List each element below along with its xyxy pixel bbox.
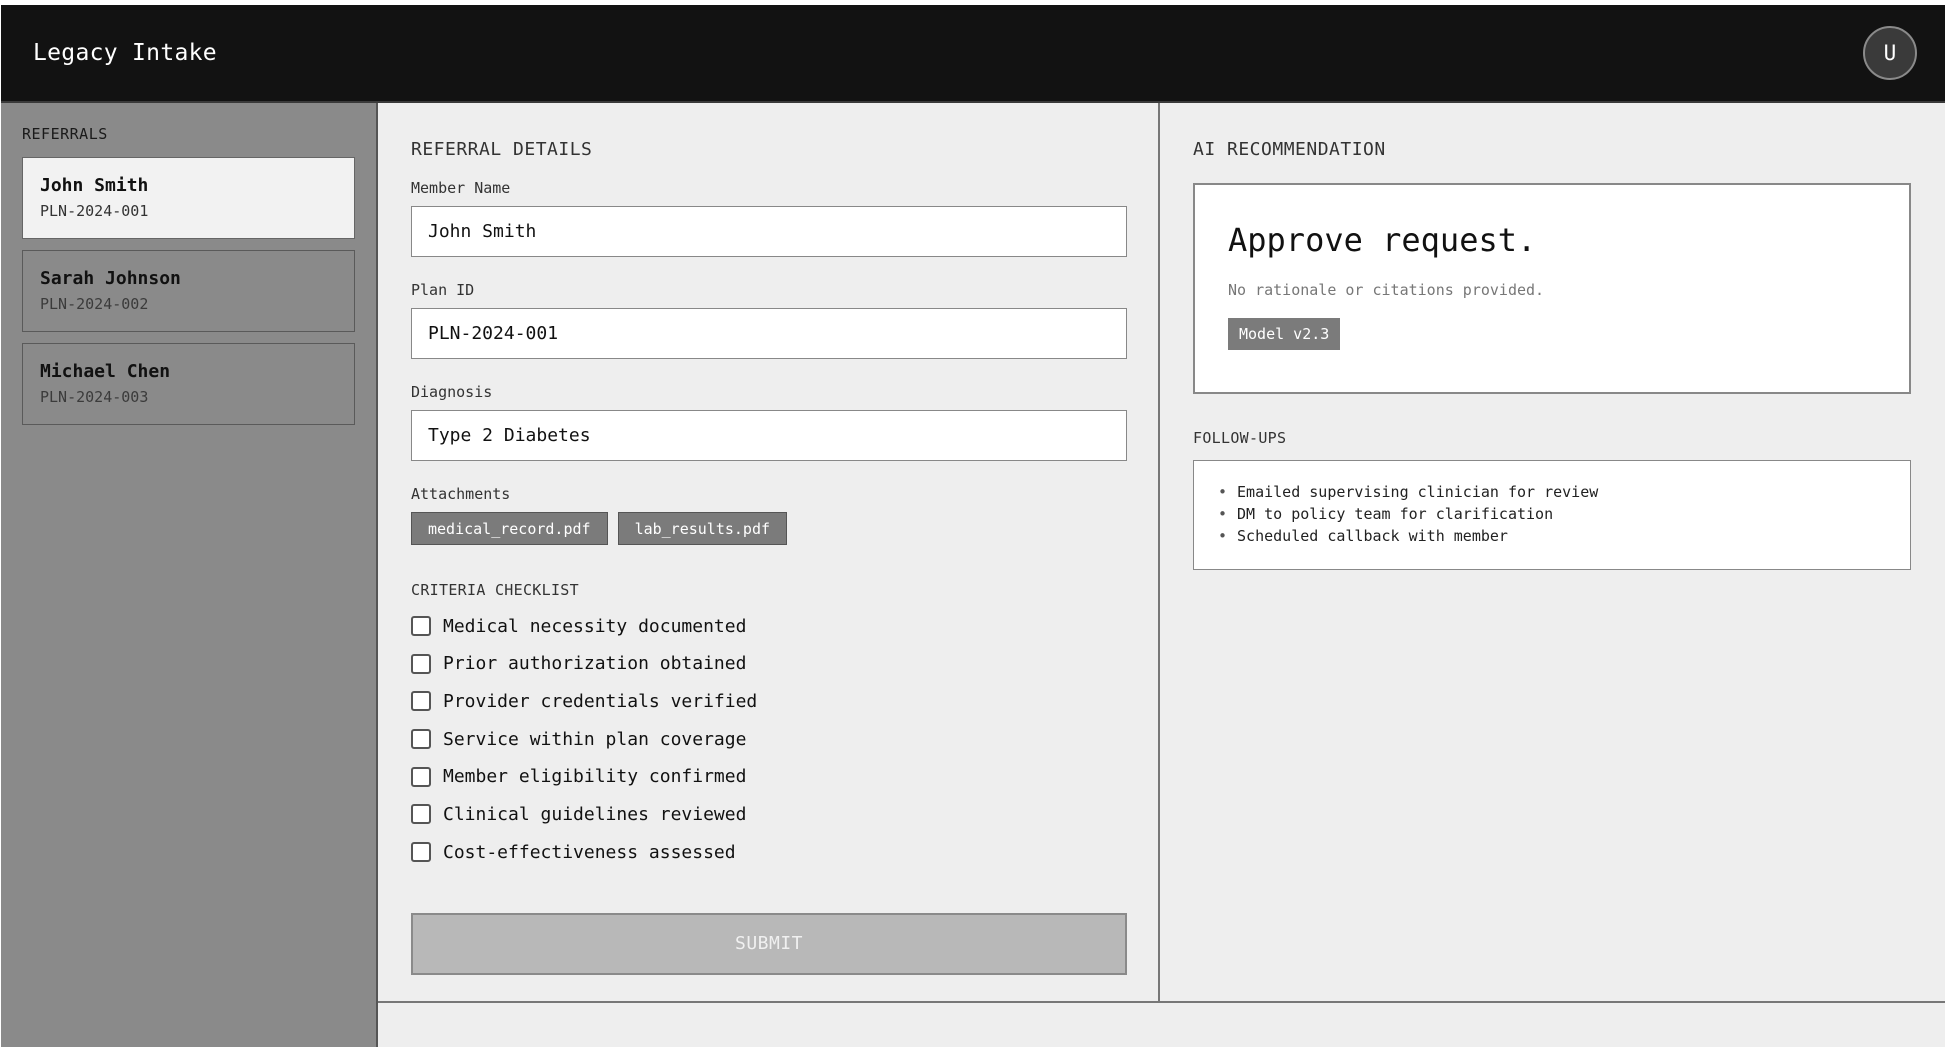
sidebar-title: REFERRALS	[22, 125, 108, 143]
follow-up-item: Emailed supervising clinician for review	[1218, 481, 1886, 503]
follow-ups-card: Emailed supervising clinician for review…	[1193, 460, 1911, 570]
criteria-checkbox[interactable]	[411, 842, 431, 863]
criteria-label: Prior authorization obtained	[443, 653, 747, 675]
ai-recommendation-panel: AI RECOMMENDATION Approve request. No ra…	[1160, 103, 1945, 1001]
referral-plan-id: PLN-2024-003	[40, 388, 149, 406]
referral-details-title: REFERRAL DETAILS	[411, 139, 593, 160]
criteria-checkbox[interactable]	[411, 616, 431, 636]
referral-name: Sarah Johnson	[40, 268, 181, 289]
attachment-chip-medical-record[interactable]: medical_record.pdf	[411, 512, 608, 545]
footer-strip	[378, 1003, 1945, 1047]
criteria-item[interactable]: Member eligibility confirmed	[411, 762, 1126, 792]
referral-name: John Smith	[40, 175, 149, 196]
criteria-item[interactable]: Provider credentials verified	[411, 686, 1126, 716]
top-bar: Legacy Intake U	[1, 5, 1945, 103]
model-version-badge: Model v2.3	[1228, 318, 1341, 350]
attachments-list: medical_record.pdf lab_results.pdf	[411, 512, 1126, 545]
criteria-checkbox[interactable]	[411, 653, 431, 674]
app-title: Legacy Intake	[33, 40, 217, 66]
criteria-item[interactable]: Clinical guidelines reviewed	[411, 799, 1126, 829]
ai-recommendation-title: AI RECOMMENDATION	[1193, 139, 1386, 160]
member-name-input[interactable]	[411, 206, 1127, 257]
attachments-label: Attachments	[411, 485, 511, 503]
recommendation-text: Approve request.	[1228, 221, 1537, 259]
criteria-checklist-title: CRITERIA CHECKLIST	[411, 581, 579, 599]
plan-id-label: Plan ID	[411, 281, 475, 299]
criteria-label: Cost-effectiveness assessed	[443, 841, 736, 863]
criteria-item[interactable]: Medical necessity documented	[411, 611, 1126, 641]
user-avatar[interactable]: U	[1863, 26, 1917, 80]
recommendation-note: No rationale or citations provided.	[1228, 281, 1545, 299]
recommendation-card: Approve request. No rationale or citatio…	[1193, 183, 1911, 394]
criteria-checkbox[interactable]	[411, 691, 431, 712]
criteria-label: Provider credentials verified	[443, 690, 758, 712]
referral-details-panel: REFERRAL DETAILS Member Name Plan ID Dia…	[378, 103, 1160, 1001]
criteria-item[interactable]: Service within plan coverage	[411, 724, 1126, 754]
criteria-item[interactable]: Prior authorization obtained	[411, 649, 1126, 679]
attachment-chip-lab-results[interactable]: lab_results.pdf	[617, 512, 788, 545]
follow-up-item: Scheduled callback with member	[1218, 525, 1886, 547]
referrals-sidebar: REFERRALS John Smith PLN-2024-001 Sarah …	[1, 103, 378, 1047]
criteria-label: Clinical guidelines reviewed	[443, 803, 747, 825]
main-area: REFERRAL DETAILS Member Name Plan ID Dia…	[378, 103, 1945, 1047]
criteria-label: Member eligibility confirmed	[443, 766, 747, 788]
follow-ups-title: FOLLOW-UPS	[1193, 429, 1287, 447]
submit-button[interactable]: SUBMIT	[411, 912, 1127, 975]
member-name-label: Member Name	[411, 179, 511, 197]
referral-item-michael-chen[interactable]: Michael Chen PLN-2024-003	[22, 343, 355, 425]
referral-name: Michael Chen	[40, 361, 171, 382]
diagnosis-input[interactable]	[411, 410, 1127, 461]
criteria-label: Medical necessity documented	[443, 615, 747, 637]
criteria-label: Service within plan coverage	[443, 728, 747, 750]
criteria-checkbox[interactable]	[411, 804, 431, 825]
follow-up-item: DM to policy team for clarification	[1218, 503, 1886, 525]
criteria-checkbox[interactable]	[411, 766, 431, 787]
referral-plan-id: PLN-2024-002	[40, 295, 149, 313]
app-window: Legacy Intake U REFERRALS John Smith PLN…	[1, 5, 1945, 1047]
diagnosis-label: Diagnosis	[411, 383, 493, 401]
plan-id-input[interactable]	[411, 308, 1127, 359]
app-body: REFERRALS John Smith PLN-2024-001 Sarah …	[1, 103, 1945, 1047]
referral-item-john-smith[interactable]: John Smith PLN-2024-001	[22, 157, 355, 239]
criteria-item[interactable]: Cost-effectiveness assessed	[411, 837, 1126, 867]
content-columns: REFERRAL DETAILS Member Name Plan ID Dia…	[378, 103, 1945, 1003]
referral-plan-id: PLN-2024-001	[40, 202, 149, 220]
criteria-checkbox[interactable]	[411, 729, 431, 750]
referral-item-sarah-johnson[interactable]: Sarah Johnson PLN-2024-002	[22, 250, 355, 332]
